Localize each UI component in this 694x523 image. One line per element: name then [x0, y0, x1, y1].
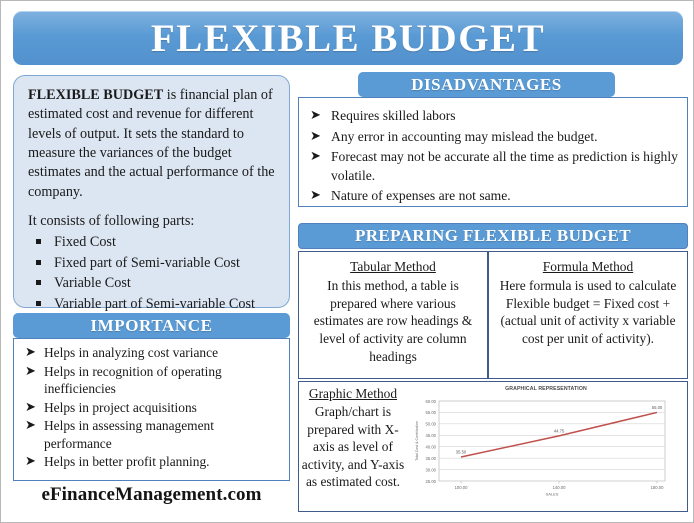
svg-text:45.00: 45.00 [426, 433, 437, 438]
list-item: Fixed Cost [34, 232, 277, 253]
preparing-header-label: PREPARING FLEXIBLE BUDGET [354, 226, 632, 245]
svg-text:55.00: 55.00 [652, 405, 663, 410]
svg-text:100.00: 100.00 [455, 485, 468, 490]
list-item: ➤ Forecast may not be accurate all the ti… [305, 148, 679, 185]
importance-item-label: Helps in assessing management performanc… [44, 418, 214, 451]
parts-item-label: Variable Cost [54, 275, 131, 292]
page-title-banner: FLEXIBLE BUDGET [13, 11, 683, 65]
preparing-header: PREPARING FLEXIBLE BUDGET [298, 223, 688, 249]
list-item: ➤ Any error in accounting may mislead the… [305, 128, 679, 147]
graphic-method-cell: Graphic Method Graph/chart is prepared w… [298, 381, 688, 512]
formula-method-title: Formula Method [542, 259, 634, 274]
svg-text:50.00: 50.00 [426, 422, 437, 427]
arrow-bullet-icon: ➤ [25, 398, 36, 414]
disadvantages-item-label: Forecast may not be accurate all the tim… [331, 149, 678, 183]
arrow-bullet-icon: ➤ [25, 362, 36, 378]
arrow-bullet-icon: ➤ [25, 344, 36, 359]
parts-item-label: Fixed part of Semi-variable Cost [54, 254, 240, 271]
importance-panel: ➤ Helps in analyzing cost variance ➤ Helps… [13, 338, 290, 481]
arrow-bullet-icon: ➤ [25, 417, 36, 433]
svg-text:40.00: 40.00 [426, 445, 437, 450]
arrow-bullet-icon: ➤ [25, 453, 36, 469]
importance-list: ➤ Helps in analyzing cost variance ➤ Helps… [20, 344, 283, 471]
square-bullet-icon [36, 301, 41, 307]
disadvantages-item-label: Nature of expenses are not same. [331, 188, 511, 204]
svg-text:SALES: SALES [546, 492, 559, 497]
parts-list: Fixed Cost Fixed part of Semi-variable C… [28, 232, 277, 315]
svg-text:55.00: 55.00 [426, 410, 437, 415]
tabular-method-cell: Tabular Method In this method, a table i… [298, 251, 488, 379]
importance-item-label: Helps in project acquisitions [44, 399, 197, 415]
disadvantages-panel: ➤ Requires skilled labors ➤ Any error in a… [298, 97, 688, 207]
arrow-bullet-icon: ➤ [310, 148, 321, 164]
svg-text:25.00: 25.00 [426, 479, 437, 484]
list-item: ➤ Requires skilled labors [305, 107, 679, 126]
square-bullet-icon [36, 238, 41, 244]
graphic-method-title: Graphic Method [308, 386, 398, 401]
square-bullet-icon [36, 259, 41, 265]
list-item: ➤ Helps in assessing management performan… [20, 417, 283, 452]
svg-text:30.00: 30.00 [426, 468, 437, 473]
list-item: Variable part of Semi-variable Cost [34, 294, 277, 315]
definition-lead-rest: is financial plan of estimated cost and … [28, 87, 275, 200]
parts-item-label: Variable part of Semi-variable Cost [54, 296, 255, 313]
site-branding: eFinanceManagement.com [41, 484, 262, 505]
tabular-method-body: In this method, a table is prepared wher… [313, 277, 473, 365]
infographic-page: FLEXIBLE BUDGET FLEXIBLE BUDGET is finan… [0, 0, 694, 523]
chart-title: GRAPHICAL REPRESENTATION [505, 386, 587, 392]
disadvantages-item-label: Any error in accounting may mislead the … [331, 128, 598, 144]
parts-lead-text: It consists of following parts: [28, 212, 195, 229]
disadvantages-list: ➤ Requires skilled labors ➤ Any error in a… [305, 107, 679, 206]
importance-header-label: IMPORTANCE [90, 315, 213, 335]
tabular-method-title: Tabular Method [350, 259, 436, 274]
svg-text:140.00: 140.00 [553, 485, 566, 490]
svg-text:60.00: 60.00 [426, 399, 437, 404]
arrow-bullet-icon: ➤ [310, 107, 321, 122]
list-item: ➤ Helps in analyzing cost variance [20, 344, 283, 362]
list-item: Variable Cost [34, 273, 277, 294]
importance-item-label: Helps in better profit planning. [44, 454, 210, 470]
graphical-representation-chart: GRAPHICAL REPRESENTATION 60.00 55.00 50.00… [407, 382, 687, 511]
chart-plot-area: 60.00 55.00 50.00 45.00 40.00 35.00 30.00 25.00… [415, 399, 666, 497]
definition-panel: FLEXIBLE BUDGET is financial plan of est… [13, 75, 290, 312]
list-item: ➤ Helps in better profit planning. [20, 453, 283, 471]
graphic-method-text: Graphic Method Graph/chart is prepared w… [299, 382, 407, 511]
graphic-method-body: Graph/chart is prepared with X-axis as l… [301, 404, 405, 490]
parts-item-label: Fixed Cost [54, 233, 116, 250]
importance-item-label: Helps in analyzing cost variance [44, 345, 219, 360]
disadvantages-header-label: DISADVANTAGES [411, 74, 562, 94]
svg-text:35.50: 35.50 [456, 450, 467, 455]
arrow-bullet-icon: ➤ [310, 127, 321, 143]
list-item: Fixed part of Semi-variable Cost [34, 253, 277, 274]
square-bullet-icon [36, 280, 41, 286]
definition-paragraph: FLEXIBLE BUDGET is financial plan of est… [28, 86, 277, 202]
list-item: ➤ Helps in project acquisitions [20, 399, 283, 417]
methods-row: Tabular Method In this method, a table i… [298, 251, 688, 379]
arrow-bullet-icon: ➤ [310, 187, 321, 203]
list-item: ➤ Nature of expenses are not same. [305, 187, 679, 206]
formula-method-body: Here formula is used to calculate Flexib… [499, 277, 677, 347]
page-title: FLEXIBLE BUDGET [150, 16, 546, 60]
formula-method-cell: Formula Method Here formula is used to c… [488, 251, 688, 379]
disadvantages-header: DISADVANTAGES [358, 72, 615, 97]
importance-header: IMPORTANCE [13, 313, 290, 338]
svg-text:44.75: 44.75 [554, 429, 565, 434]
importance-item-label: Helps in recognition of operating ineffi… [44, 363, 222, 397]
list-item: ➤ Helps in recognition of operating ineff… [20, 363, 283, 398]
svg-text:35.00: 35.00 [426, 456, 437, 461]
disadvantages-item-label: Requires skilled labors [331, 108, 456, 123]
definition-lead-term: FLEXIBLE BUDGET [28, 87, 164, 103]
svg-text:180.00: 180.00 [651, 485, 664, 490]
svg-text:Total Cost & Contribution: Total Cost & Contribution [415, 421, 419, 461]
